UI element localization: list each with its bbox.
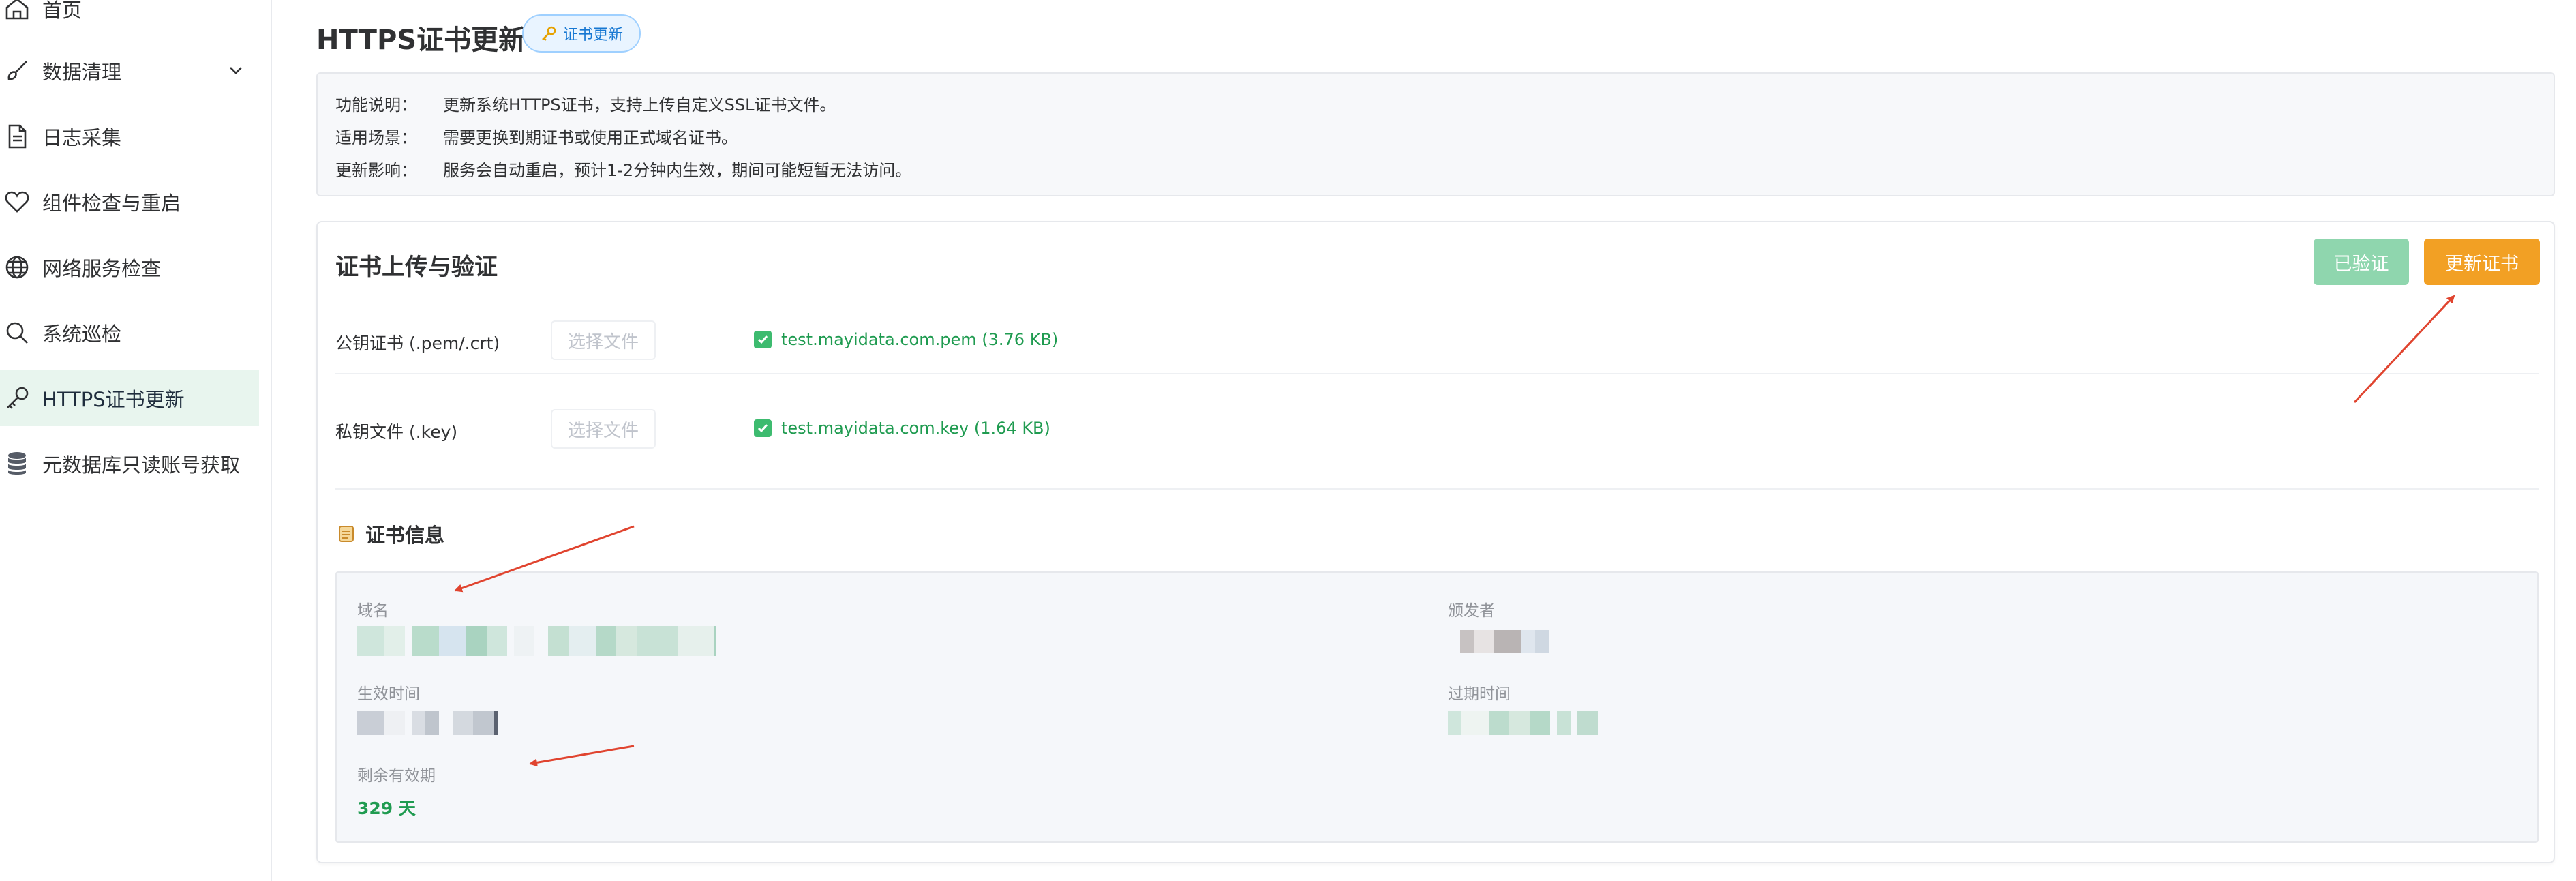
valid-from-value-redacted [357,711,500,735]
sidebar-item-component-check[interactable]: 组件检查与重启 [0,174,259,230]
divider [335,373,2539,374]
sidebar-item-system-inspection[interactable]: 系统巡检 [0,305,259,361]
cert-info-title: 证书信息 [335,520,444,548]
divider [335,488,2539,490]
info-row-function: 功能说明： 更新系统HTTPS证书，支持上传自定义SSL证书文件。 [335,91,836,115]
home-icon [1,0,33,25]
sidebar-item-network-check[interactable]: 网络服务检查 [0,239,259,295]
private-key-file: test.mayidata.com.key (1.64 KB) [754,419,1050,438]
sidebar-item-metadata-readonly[interactable]: 元数据库只读账号获取 [0,436,259,492]
sidebar-item-log-collection[interactable]: 日志采集 [0,108,259,164]
search-icon [1,317,33,348]
expires-value-redacted [1448,711,1599,735]
brush-icon [1,55,33,87]
info-value: 更新系统HTTPS证书，支持上传自定义SSL证书文件。 [443,95,836,115]
chevron-down-icon[interactable] [225,59,247,81]
remaining-label: 剩余有效期 [357,767,436,785]
sidebar-item-label: HTTPS证书更新 [42,388,185,411]
private-key-filename: test.mayidata.com.key (1.64 KB) [781,419,1050,438]
sidebar-item-https-cert[interactable]: HTTPS证书更新 [0,370,259,426]
key-icon [1,383,33,414]
valid-from-label: 生效时间 [357,685,420,703]
cert-info-panel: 域名 颁发者 生效时间 过期时间 剩余有效期 329 天 [335,571,2539,843]
info-value: 需要更换到期证书或使用正式域名证书。 [443,128,738,147]
domain-label: 域名 [357,602,389,620]
sidebar-item-label: 日志采集 [42,126,122,149]
private-key-label: 私钥文件 (.key) [335,422,458,442]
page-title: HTTPS证书更新 [316,25,526,56]
public-cert-choose-file-button[interactable]: 选择文件 [551,320,656,360]
expires-label: 过期时间 [1448,685,1511,703]
description-box: 功能说明： 更新系统HTTPS证书，支持上传自定义SSL证书文件。 适用场景： … [316,72,2555,196]
sidebar-item-label: 组件检查与重启 [42,192,181,215]
private-key-choose-file-button[interactable]: 选择文件 [551,409,656,449]
info-key: 适用场景： [335,128,417,147]
card-title: 证书上传与验证 [335,254,498,281]
sidebar-item-label: 系统巡检 [42,323,122,346]
info-row-scenario: 适用场景： 需要更换到期证书或使用正式域名证书。 [335,124,738,148]
database-icon [1,448,33,479]
sidebar-item-label: 元数据库只读账号获取 [42,453,241,477]
issuer-value-redacted [1460,630,1549,653]
title-tag: 证书更新 [522,14,641,53]
check-icon [754,419,772,437]
info-value: 服务会自动重启，预计1-2分钟内生效，期间可能短暂无法访问。 [443,161,912,180]
public-cert-label: 公钥证书 (.pem/.crt) [335,333,500,353]
sidebar-item-label: 首页 [42,0,82,22]
heart-icon [1,186,33,218]
info-key: 功能说明： [335,95,417,115]
cert-upload-card: 证书上传与验证 已验证 更新证书 公钥证书 (.pem/.crt) 选择文件 t… [316,221,2555,863]
issuer-label: 颁发者 [1448,602,1495,620]
sidebar: 首页 数据清理 日志采集 组件检查与重启 网络服务检查 系统巡检 HTTPS证书… [0,0,272,881]
title-tag-label: 证书更新 [563,27,624,44]
sidebar-item-home[interactable]: 首页 [0,0,259,37]
check-icon [754,331,772,348]
domain-value-redacted [357,626,718,656]
public-cert-filename: test.mayidata.com.pem (3.76 KB) [781,330,1059,349]
public-cert-row: 公钥证书 (.pem/.crt) 选择文件 test.mayidata.com.… [335,300,2539,382]
info-key: 更新影响： [335,161,417,180]
globe-icon [1,252,33,283]
key-icon [542,26,556,41]
document-icon [1,121,33,152]
scroll-icon [339,526,354,542]
private-key-row: 私钥文件 (.key) 选择文件 test.mayidata.com.key (… [335,389,2539,471]
update-cert-button[interactable]: 更新证书 [2424,239,2540,285]
sidebar-item-data-cleanup[interactable]: 数据清理 [0,43,259,99]
sidebar-item-label: 数据清理 [42,61,122,84]
verified-button[interactable]: 已验证 [2314,239,2409,285]
sidebar-item-label: 网络服务检查 [42,257,162,280]
info-row-impact: 更新影响： 服务会自动重启，预计1-2分钟内生效，期间可能短暂无法访问。 [335,157,911,181]
cert-info-title-text: 证书信息 [365,524,445,547]
remaining-value: 329 天 [357,798,416,818]
public-cert-file: test.mayidata.com.pem (3.76 KB) [754,330,1058,349]
